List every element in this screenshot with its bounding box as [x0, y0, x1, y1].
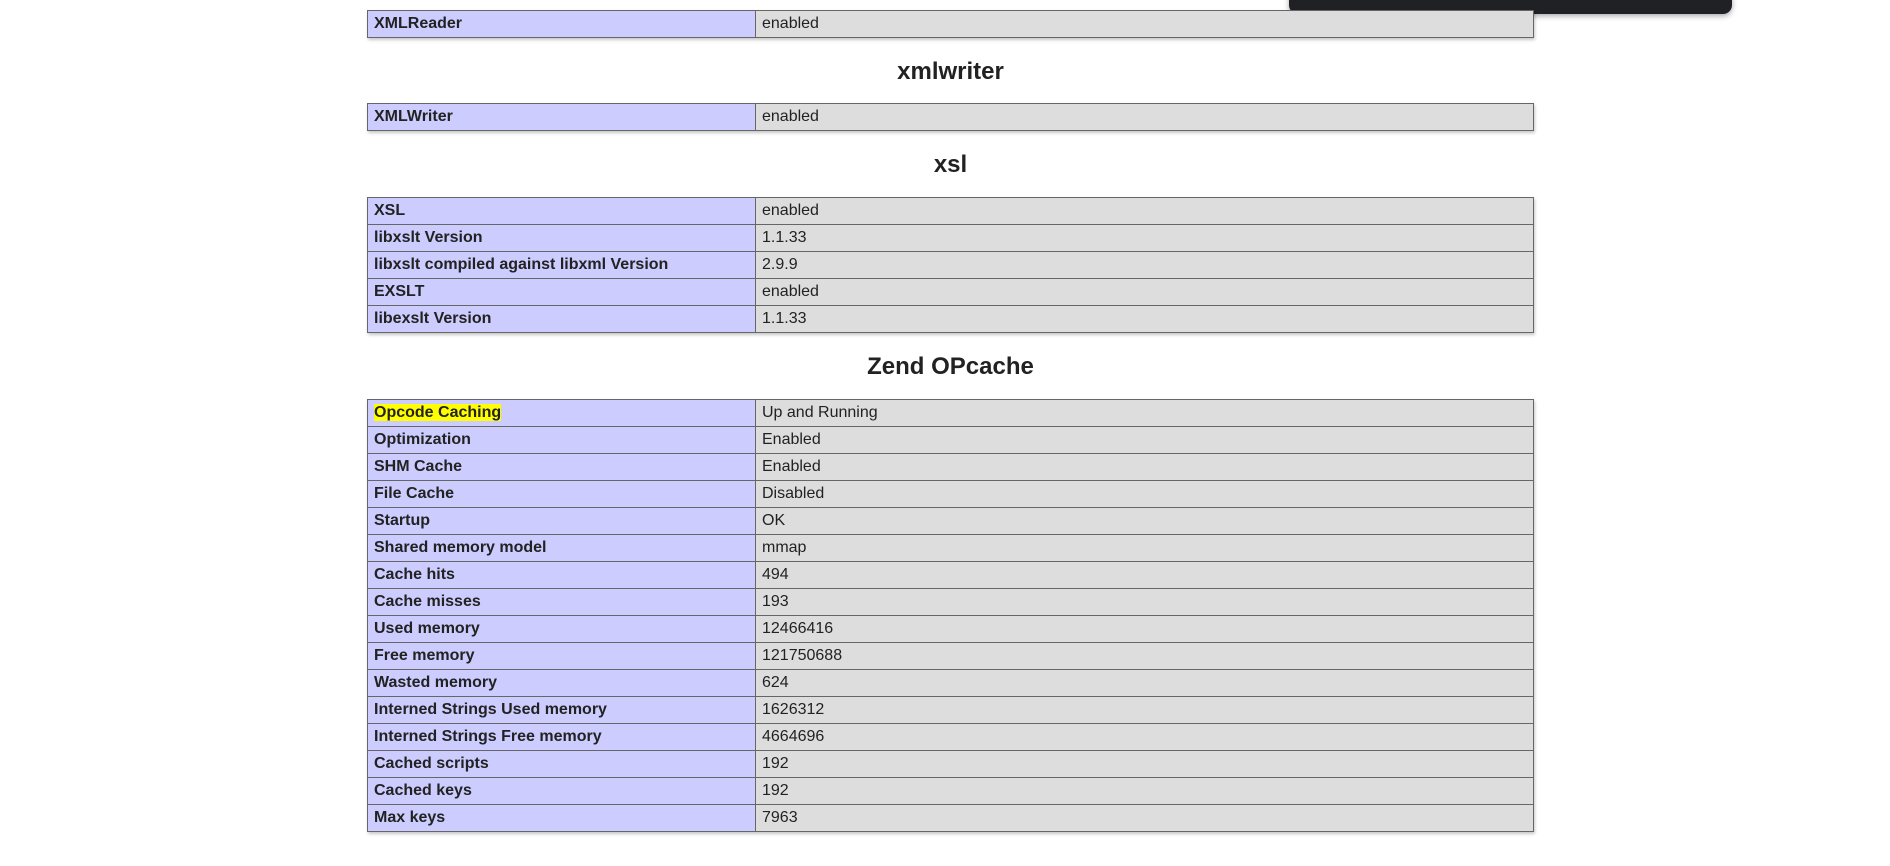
search-highlight: Opcode Caching: [374, 404, 502, 421]
section-title-xmlwriter: xmlwriter: [897, 58, 1004, 85]
row-value: 193: [755, 588, 1534, 616]
table-row: libxslt Version 1.1.33: [367, 224, 1534, 252]
xmlwriter-table: XMLWriter enabled: [367, 103, 1534, 131]
row-value: mmap: [755, 534, 1534, 562]
row-value: enabled: [755, 197, 1534, 225]
row-value: 7963: [755, 804, 1534, 832]
row-key: Max keys: [367, 804, 756, 832]
table-row: Optimization Enabled: [367, 426, 1534, 454]
row-key: Interned Strings Free memory: [367, 723, 756, 751]
row-value: Enabled: [755, 426, 1534, 454]
table-row: XMLReader enabled: [367, 10, 1534, 38]
row-key: Wasted memory: [367, 669, 756, 697]
row-key: Opcode Caching: [367, 399, 756, 427]
row-value: 192: [755, 777, 1534, 805]
table-row: Wasted memory 624: [367, 669, 1534, 697]
table-row: Cached keys 192: [367, 777, 1534, 805]
row-key: File Cache: [367, 480, 756, 508]
row-key: libxslt compiled against libxml Version: [367, 251, 756, 279]
table-row: Cache hits 494: [367, 561, 1534, 589]
table-row: Cached scripts 192: [367, 750, 1534, 778]
table-row: Cache misses 193: [367, 588, 1534, 616]
table-row: XMLWriter enabled: [367, 103, 1534, 131]
xmlreader-table: XMLReader enabled: [367, 10, 1534, 38]
row-value: Up and Running: [755, 399, 1534, 427]
table-row: Shared memory model mmap: [367, 534, 1534, 562]
row-value: 494: [755, 561, 1534, 589]
row-value: 1626312: [755, 696, 1534, 724]
row-value: Disabled: [755, 480, 1534, 508]
table-row: libexslt Version 1.1.33: [367, 305, 1534, 333]
table-row: Interned Strings Used memory 1626312: [367, 696, 1534, 724]
row-key: Free memory: [367, 642, 756, 670]
row-value: Enabled: [755, 453, 1534, 481]
row-key: XSL: [367, 197, 756, 225]
section-title-xsl: xsl: [933, 151, 968, 178]
row-key: Used memory: [367, 615, 756, 643]
row-key: SHM Cache: [367, 453, 756, 481]
row-value: enabled: [755, 278, 1534, 306]
section-title-zend-opcache: Zend OPcache: [867, 353, 1034, 380]
row-key: Startup: [367, 507, 756, 535]
row-key: Optimization: [367, 426, 756, 454]
row-value: 1.1.33: [755, 305, 1534, 333]
row-key: XMLReader: [367, 10, 756, 38]
table-row: Used memory 12466416: [367, 615, 1534, 643]
row-value: OK: [755, 507, 1534, 535]
row-key: EXSLT: [367, 278, 756, 306]
table-row: File Cache Disabled: [367, 480, 1534, 508]
row-value: enabled: [755, 10, 1534, 38]
row-value: 121750688: [755, 642, 1534, 670]
row-key: Shared memory model: [367, 534, 756, 562]
table-row: Interned Strings Free memory 4664696: [367, 723, 1534, 751]
row-key: Cached scripts: [367, 750, 756, 778]
row-value: 12466416: [755, 615, 1534, 643]
row-value: 4664696: [755, 723, 1534, 751]
row-key: Interned Strings Used memory: [367, 696, 756, 724]
zend-opcache-table: Opcode Caching Up and Running Optimizati…: [367, 399, 1534, 832]
table-row: XSL enabled: [367, 197, 1534, 225]
row-key: Cache hits: [367, 561, 756, 589]
table-row: Startup OK: [367, 507, 1534, 535]
phpinfo-content: XMLReader enabled xmlwriter XMLWriter en…: [367, 10, 1534, 832]
row-key: Cache misses: [367, 588, 756, 616]
row-key: libexslt Version: [367, 305, 756, 333]
row-value: 1.1.33: [755, 224, 1534, 252]
row-key: XMLWriter: [367, 103, 756, 131]
row-value: enabled: [755, 103, 1534, 131]
row-value: 2.9.9: [755, 251, 1534, 279]
xsl-table: XSL enabled libxslt Version 1.1.33 libxs…: [367, 197, 1534, 333]
row-value: 192: [755, 750, 1534, 778]
phpinfo-page: XMLReader enabled xmlwriter XMLWriter en…: [0, 0, 1890, 866]
row-key: libxslt Version: [367, 224, 756, 252]
table-row: libxslt compiled against libxml Version …: [367, 251, 1534, 279]
table-row: Free memory 121750688: [367, 642, 1534, 670]
table-row: SHM Cache Enabled: [367, 453, 1534, 481]
row-value: 624: [755, 669, 1534, 697]
table-row: Opcode Caching Up and Running: [367, 399, 1534, 427]
table-row: Max keys 7963: [367, 804, 1534, 832]
row-key: Cached keys: [367, 777, 756, 805]
table-row: EXSLT enabled: [367, 278, 1534, 306]
